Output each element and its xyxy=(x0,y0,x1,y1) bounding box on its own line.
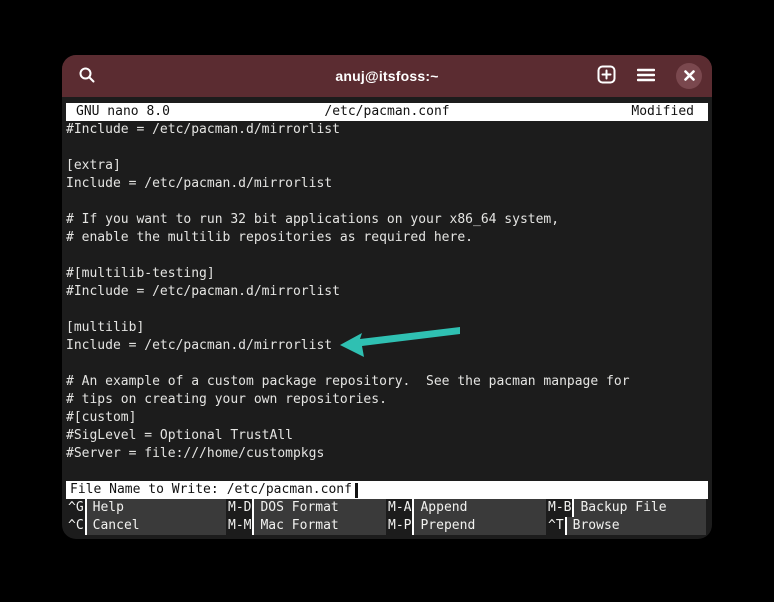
shortcut-label: Prepend xyxy=(414,517,546,535)
menu-button[interactable] xyxy=(636,68,656,85)
shortcut-key: M-B xyxy=(546,499,575,517)
search-icon xyxy=(78,66,96,87)
nano-modified-status: Modified xyxy=(631,104,694,119)
nano-titlebar: GNU nano 8.0 /etc/pacman.conf Modified xyxy=(66,103,708,121)
editor-line: #Include = /etc/pacman.d/mirrorlist xyxy=(66,122,340,137)
shortcut-entry: M-D DOS Format xyxy=(226,499,386,517)
terminal-window: anuj@itsfoss:~ GNU nano 8.0 /etc/pacman.… xyxy=(62,55,712,539)
shortcut-key: M-P xyxy=(386,517,415,535)
shortcut-entry: ^C Cancel xyxy=(66,517,226,535)
close-button[interactable] xyxy=(676,63,702,89)
editor-line: [extra] xyxy=(66,158,121,173)
editor-line: # An example of a custom package reposit… xyxy=(66,374,630,389)
editor-line: # tips on creating your own repositories… xyxy=(66,392,387,407)
editor-line: #[multilib-testing] xyxy=(66,266,215,281)
shortcut-key: M-D xyxy=(226,499,255,517)
filename-prompt[interactable]: File Name to Write: /etc/pacman.conf xyxy=(66,481,708,499)
shortcut-key: ^T xyxy=(546,517,567,535)
text-cursor xyxy=(354,482,358,498)
desktop-background: { "window": { "title": "anuj@itsfoss:~" … xyxy=(0,0,774,602)
editor-line: Include = /etc/pacman.d/mirrorlist xyxy=(66,176,333,191)
editor-line: #Include = /etc/pacman.d/mirrorlist xyxy=(66,284,340,299)
shortcut-label: DOS Format xyxy=(254,499,386,517)
shortcut-row-2: ^C Cancel M-M Mac Format M-P Prepend ^T … xyxy=(66,517,708,535)
new-tab-icon xyxy=(597,65,616,87)
close-icon xyxy=(683,69,695,84)
shortcut-label: Help xyxy=(86,499,226,517)
shortcut-row-1: ^G Help M-D DOS Format M-A Append M-B Ba… xyxy=(66,499,708,517)
editor-buffer: #Include = /etc/pacman.d/mirrorlist [ext… xyxy=(66,121,708,481)
shortcut-key: M-M xyxy=(226,517,255,535)
shortcut-entry: M-A Append xyxy=(386,499,546,517)
editor-line: # enable the multilib repositories as re… xyxy=(66,230,473,245)
shortcut-label: Backup File xyxy=(574,499,706,517)
titlebar[interactable]: anuj@itsfoss:~ xyxy=(62,55,712,97)
shortcut-key: M-A xyxy=(386,499,415,517)
terminal-screen[interactable]: GNU nano 8.0 /etc/pacman.conf Modified #… xyxy=(62,103,712,539)
editor-line: #SigLevel = Optional TrustAll xyxy=(66,428,293,443)
editor-line: #Server = file:///home/custompkgs xyxy=(66,446,325,461)
shortcut-label: Browse xyxy=(566,517,706,535)
new-tab-button[interactable] xyxy=(597,65,616,87)
search-button[interactable] xyxy=(78,66,96,87)
shortcut-entry: M-B Backup File xyxy=(546,499,706,517)
shortcut-entry: ^G Help xyxy=(66,499,226,517)
editor-line: #[custom] xyxy=(66,410,137,425)
shortcut-label: Append xyxy=(414,499,546,517)
editor-line: # If you want to run 32 bit applications… xyxy=(66,212,560,227)
shortcut-entry: ^T Browse xyxy=(546,517,706,535)
filename-input-value[interactable]: /etc/pacman.conf xyxy=(227,481,352,499)
shortcut-key: ^G xyxy=(66,499,87,517)
nano-version: GNU nano 8.0 xyxy=(76,104,170,119)
annotation-arrow xyxy=(340,327,460,357)
shortcut-label: Mac Format xyxy=(254,517,386,535)
shortcut-label: Cancel xyxy=(86,517,226,535)
shortcut-key: ^C xyxy=(66,517,87,535)
hamburger-menu-icon xyxy=(636,68,656,85)
prompt-label: File Name to Write: xyxy=(70,482,219,497)
shortcut-entry: M-P Prepend xyxy=(386,517,546,535)
shortcut-entry: M-M Mac Format xyxy=(226,517,386,535)
